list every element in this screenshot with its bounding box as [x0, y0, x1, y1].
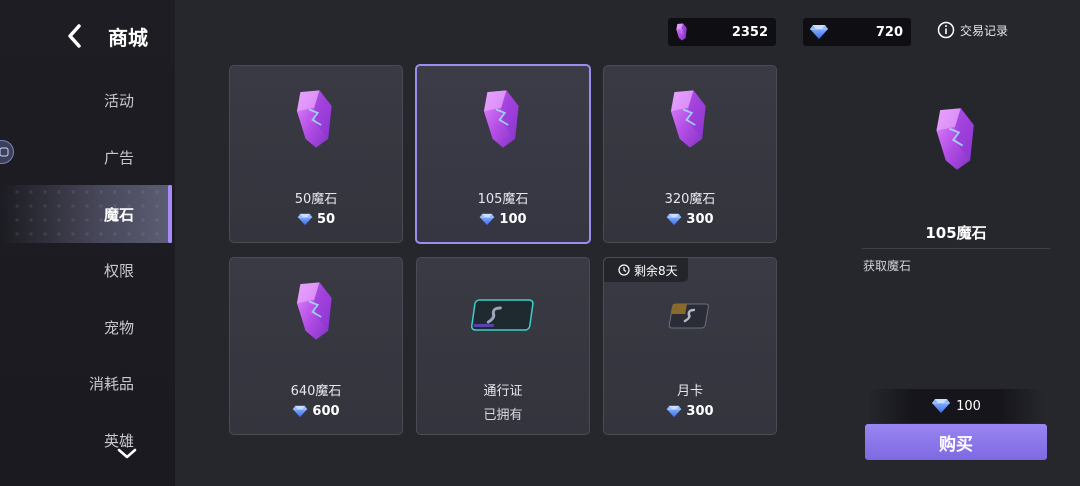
price-value: 100: [499, 212, 527, 227]
detail-divider: [862, 248, 1050, 249]
diamond-icon: [666, 213, 682, 226]
owned-status: 已拥有: [483, 408, 523, 423]
product-name: 105魔石: [477, 192, 529, 207]
chevron-down-icon: [117, 448, 137, 459]
price-value: 300: [686, 404, 714, 419]
product-name: 50魔石: [294, 192, 338, 207]
transaction-history-link[interactable]: 交易记录: [937, 21, 1008, 39]
product-price: 300: [604, 212, 776, 227]
product-card-battle-pass[interactable]: 通行证 已拥有: [416, 257, 590, 435]
product-price: 50: [230, 212, 402, 227]
sidebar-item-events[interactable]: 活动: [0, 80, 172, 120]
page-title: 商城: [108, 26, 148, 50]
diamond-icon: [292, 405, 308, 418]
magic-stone-crystal-icon: [290, 280, 342, 342]
magic-stone-amount: 2352: [731, 24, 768, 40]
product-card-640-magic-stone[interactable]: 640魔石 600: [229, 257, 403, 435]
sidebar-item-label: 魔石: [103, 205, 134, 224]
purchase-cost: 100: [868, 389, 1044, 423]
clock-icon: [618, 264, 630, 276]
magic-stone-crystal-icon: [290, 88, 342, 150]
price-value: 50: [316, 212, 336, 227]
diamond-amount: 720: [875, 24, 903, 40]
sidebar-item-label: 广告: [103, 148, 134, 167]
magic-stone-crystal-icon: [664, 88, 716, 150]
back-button[interactable]: [62, 20, 90, 52]
sidebar-item-label: 权限: [103, 261, 134, 280]
product-name: 月卡: [676, 384, 703, 399]
product-name: 640魔石: [290, 384, 342, 399]
sidebar: 商城 活动 广告 魔石 权限 宠物 消耗品 英雄: [0, 0, 175, 486]
price-value: 600: [312, 404, 340, 419]
product-price: 100: [417, 212, 589, 227]
sidebar-item-heroes[interactable]: 英雄: [0, 420, 172, 460]
sidebar-item-label: 活动: [103, 91, 134, 110]
product-price: 600: [230, 404, 402, 419]
selected-item-crystal-icon: [929, 106, 985, 172]
purchase-cost-value: 100: [956, 398, 981, 414]
buy-button[interactable]: 购买: [865, 424, 1047, 460]
product-card-105-magic-stone[interactable]: 105魔石 100: [415, 64, 591, 244]
chevron-left-icon: [68, 24, 81, 48]
product-card-50-magic-stone[interactable]: 50魔石 50: [229, 65, 403, 243]
sidebar-item-label: 宠物: [103, 318, 134, 337]
sidebar-item-permissions[interactable]: 权限: [0, 250, 172, 290]
info-icon: [937, 21, 955, 39]
month-card-icon: [668, 303, 709, 329]
price-value: 300: [686, 212, 714, 227]
product-price: 300: [604, 404, 776, 419]
product-card-monthly-card[interactable]: 剩余8天 月卡 300: [603, 257, 777, 435]
selected-item-description: 获取魔石: [863, 259, 912, 273]
magic-stone-crystal-icon: [477, 88, 529, 150]
scroll-down-button[interactable]: [117, 446, 137, 460]
sidebar-item-magic-stone[interactable]: 魔石: [0, 185, 172, 243]
sidebar-item-ads[interactable]: 广告: [0, 137, 172, 177]
sidebar-item-consumables[interactable]: 消耗品: [0, 363, 172, 403]
diamond-icon: [666, 405, 682, 418]
diamond-icon: [931, 398, 951, 414]
magic-stone-icon: [674, 23, 690, 41]
remaining-time-badge: 剩余8天: [604, 258, 688, 282]
product-name: 通行证: [483, 384, 523, 399]
product-card-320-magic-stone[interactable]: 320魔石 300: [603, 65, 777, 243]
diamond-icon: [297, 213, 313, 226]
product-name: 320魔石: [664, 192, 716, 207]
selected-item-name: 105魔石: [925, 224, 987, 242]
diamond-icon: [809, 24, 829, 40]
sidebar-item-label: 消耗品: [88, 374, 134, 393]
magic-stone-balance: 2352: [668, 18, 776, 46]
history-label: 交易记录: [960, 23, 1009, 38]
sidebar-item-pets[interactable]: 宠物: [0, 307, 172, 347]
timer-text: 剩余8天: [634, 263, 678, 278]
pass-card-icon: [470, 299, 534, 331]
diamond-balance: 720: [803, 18, 911, 46]
active-pattern: [10, 185, 160, 243]
diamond-icon: [479, 213, 495, 226]
